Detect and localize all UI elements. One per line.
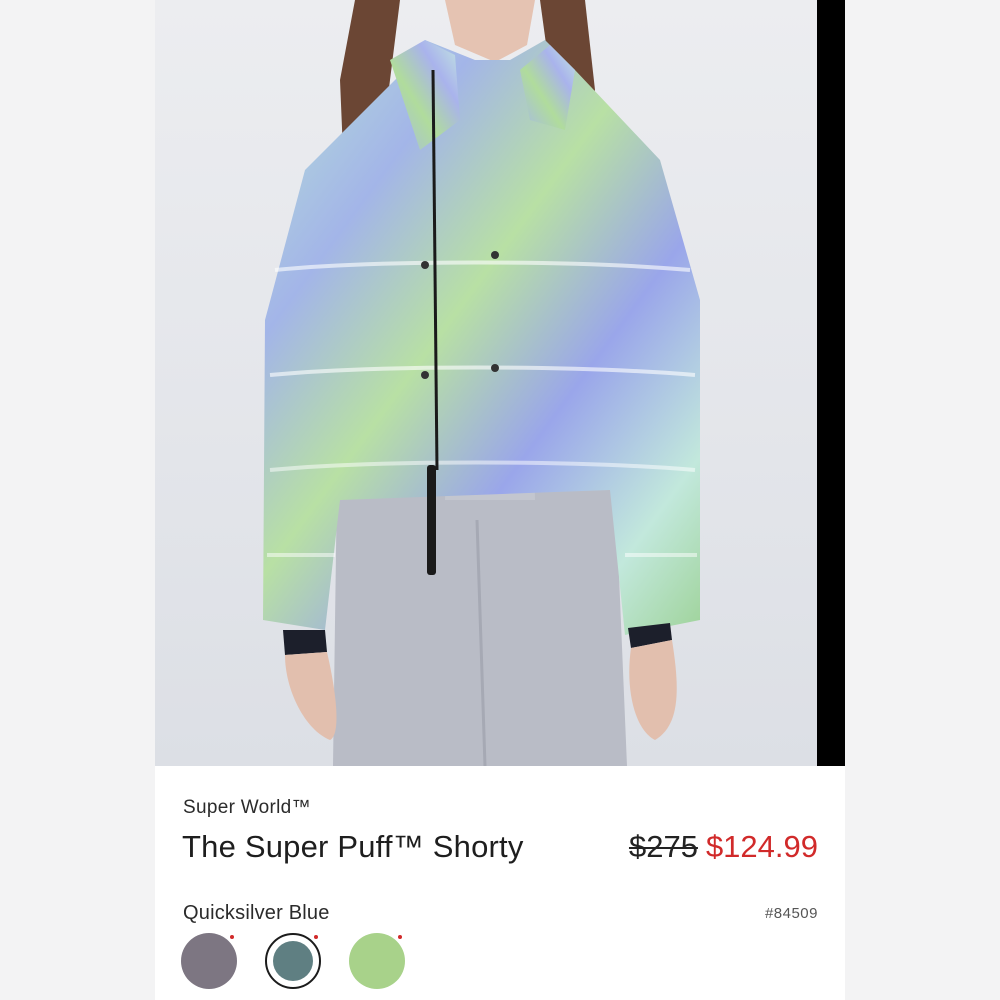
original-price: $275 [628, 829, 698, 864]
model-wearing-jacket-illustration [263, 0, 700, 766]
color-swatch-list [181, 933, 441, 989]
color-swatch[interactable] [181, 933, 237, 989]
sale-dot-icon [314, 935, 318, 939]
sale-price: $124.99 [705, 829, 818, 864]
swatch-chip-blue [273, 941, 313, 981]
swatch-chip-green [349, 933, 405, 989]
swatch-chip-grey [181, 933, 237, 989]
selected-color-name: Quicksilver Blue [183, 902, 330, 924]
color-swatch-selected[interactable] [265, 933, 321, 989]
color-swatch[interactable] [349, 933, 405, 989]
sale-dot-icon [398, 935, 402, 939]
product-image[interactable] [155, 0, 817, 766]
product-card[interactable]: Super World™ The Super Puff™ Shorty $275… [155, 0, 845, 1000]
product-brand: Super World™ [183, 797, 311, 818]
product-sku: #84509 [764, 905, 818, 922]
image-edge-bar [817, 0, 845, 766]
sale-dot-icon [230, 935, 234, 939]
price-block: $275 $124.99 [629, 829, 818, 865]
product-title[interactable]: The Super Puff™ Shorty [182, 829, 524, 865]
